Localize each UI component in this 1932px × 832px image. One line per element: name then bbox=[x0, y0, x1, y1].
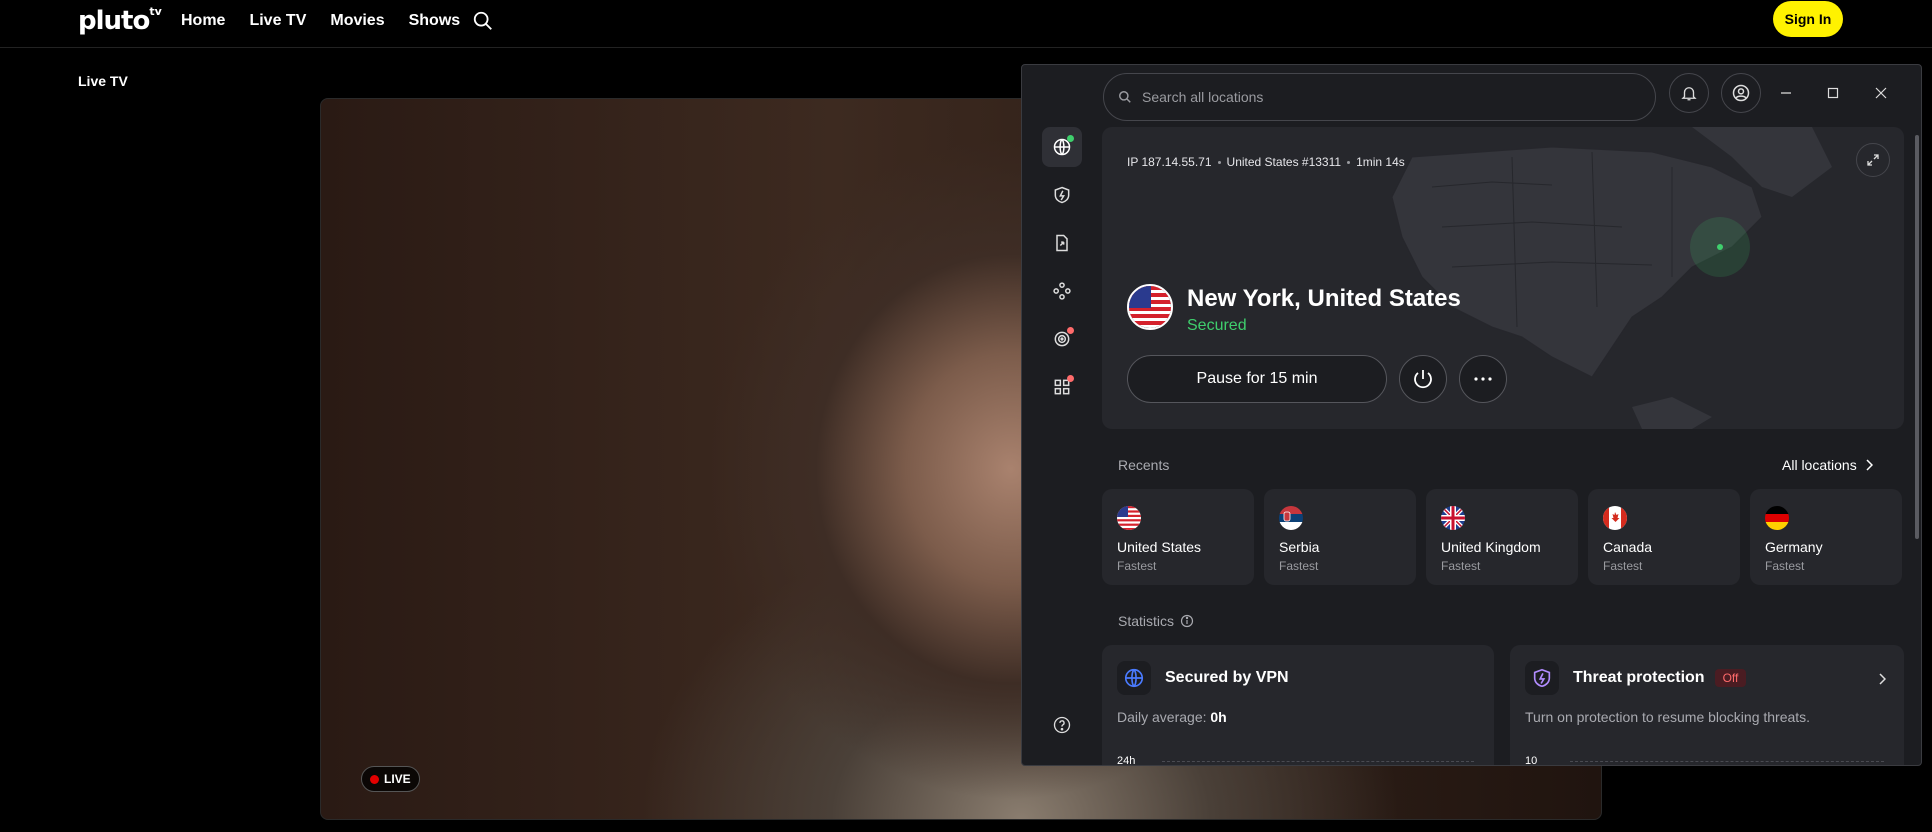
us-flag-icon bbox=[1127, 284, 1173, 330]
gb-flag-icon bbox=[1441, 506, 1465, 530]
sign-in-button[interactable]: Sign In bbox=[1773, 1, 1843, 37]
de-flag-icon bbox=[1765, 506, 1789, 530]
status-badge: Off bbox=[1714, 669, 1747, 687]
nav-links: Home Live TV Movies Shows bbox=[181, 12, 460, 30]
page-title: Live TV bbox=[78, 73, 128, 89]
notifications-bell-icon[interactable] bbox=[1669, 73, 1709, 113]
search-icon[interactable] bbox=[472, 10, 494, 32]
all-locations-link[interactable]: All locations bbox=[1782, 457, 1873, 473]
card-country: United Kingdom bbox=[1441, 539, 1541, 555]
meshnet-icon[interactable] bbox=[1042, 271, 1082, 311]
search-icon bbox=[1119, 91, 1131, 103]
minimize-icon[interactable] bbox=[1778, 85, 1794, 101]
file-share-icon[interactable] bbox=[1042, 223, 1082, 263]
live-dot-icon bbox=[370, 774, 379, 784]
chevron-right-icon bbox=[1866, 459, 1873, 471]
card-country: Serbia bbox=[1279, 539, 1320, 555]
connection-details: IP 187.14.55.71 United States #13311 1mi… bbox=[1127, 155, 1405, 169]
card-subtitle: Fastest bbox=[1279, 559, 1319, 573]
pluto-logo[interactable]: plutotv bbox=[78, 5, 162, 36]
chevron-right-icon[interactable] bbox=[1878, 673, 1886, 685]
globe-icon[interactable] bbox=[1042, 127, 1082, 167]
more-options-icon[interactable] bbox=[1459, 355, 1507, 403]
recent-card[interactable]: Canada Fastest bbox=[1588, 489, 1740, 585]
ip-address: IP 187.14.55.71 bbox=[1127, 155, 1212, 169]
expand-map-icon[interactable] bbox=[1856, 143, 1890, 177]
globe-icon bbox=[1117, 661, 1151, 695]
vpn-sidebar bbox=[1022, 65, 1102, 765]
stat-desc: Turn on protection to resume blocking th… bbox=[1525, 709, 1811, 725]
statistics-label: Statistics bbox=[1118, 613, 1194, 629]
connection-status: Secured bbox=[1187, 317, 1247, 334]
ca-flag-icon bbox=[1603, 506, 1627, 530]
account-icon[interactable] bbox=[1721, 73, 1761, 113]
recent-card[interactable]: United States Fastest bbox=[1102, 489, 1254, 585]
connection-duration: 1min 14s bbox=[1356, 155, 1405, 169]
card-subtitle: Fastest bbox=[1765, 559, 1805, 573]
location-search-box[interactable] bbox=[1103, 73, 1656, 121]
stat-title: Threat protection Off bbox=[1573, 669, 1747, 687]
apps-grid-icon[interactable] bbox=[1042, 367, 1082, 407]
nav-shows[interactable]: Shows bbox=[409, 12, 461, 30]
vpn-window: IP 187.14.55.71 United States #13311 1mi… bbox=[1021, 64, 1922, 766]
nav-movies[interactable]: Movies bbox=[330, 12, 384, 30]
threat-shield-icon bbox=[1525, 661, 1559, 695]
search-input[interactable] bbox=[1142, 89, 1622, 105]
server-name: United States #13311 bbox=[1226, 155, 1342, 169]
card-subtitle: Fastest bbox=[1117, 559, 1157, 573]
live-label: LIVE bbox=[384, 772, 411, 786]
power-icon[interactable] bbox=[1399, 355, 1447, 403]
maximize-icon[interactable] bbox=[1825, 85, 1841, 101]
scrollbar[interactable] bbox=[1915, 135, 1919, 539]
threat-protection-card[interactable]: Threat protection Off Turn on protection … bbox=[1510, 645, 1904, 766]
top-nav: plutotv Home Live TV Movies Shows Sign I… bbox=[0, 0, 1932, 48]
stat-desc: Daily average: 0h bbox=[1117, 709, 1227, 725]
stat-title: Secured by VPN bbox=[1165, 669, 1289, 686]
rs-flag-icon bbox=[1279, 506, 1303, 530]
stat-axis-label: 10 bbox=[1525, 755, 1538, 766]
nav-live-tv[interactable]: Live TV bbox=[249, 12, 306, 30]
stat-axis-label: 24h bbox=[1117, 755, 1136, 766]
nav-home[interactable]: Home bbox=[181, 12, 225, 30]
recent-locations: United States Fastest Serbia Fastest Uni… bbox=[1102, 489, 1902, 585]
recent-card[interactable]: United Kingdom Fastest bbox=[1426, 489, 1578, 585]
pause-button[interactable]: Pause for 15 min bbox=[1127, 355, 1387, 403]
card-subtitle: Fastest bbox=[1441, 559, 1481, 573]
info-icon[interactable] bbox=[1180, 614, 1194, 628]
connection-panel: IP 187.14.55.71 United States #13311 1mi… bbox=[1102, 127, 1904, 429]
help-icon[interactable] bbox=[1042, 705, 1082, 745]
recents-label: Recents bbox=[1118, 457, 1170, 473]
chart-gridline bbox=[1162, 761, 1474, 762]
threat-shield-icon[interactable] bbox=[1042, 175, 1082, 215]
recent-card[interactable]: Germany Fastest bbox=[1750, 489, 1902, 585]
chart-gridline bbox=[1570, 761, 1884, 762]
dark-web-monitor-icon[interactable] bbox=[1042, 319, 1082, 359]
connected-location: New York, United States bbox=[1187, 285, 1461, 312]
screen: plutotv Home Live TV Movies Shows Sign I… bbox=[0, 0, 1932, 832]
card-country: Germany bbox=[1765, 539, 1823, 555]
vpn-stats-card[interactable]: Secured by VPN Daily average: 0h 24h bbox=[1102, 645, 1494, 766]
close-icon[interactable] bbox=[1873, 85, 1889, 101]
card-subtitle: Fastest bbox=[1603, 559, 1643, 573]
card-country: Canada bbox=[1603, 539, 1653, 555]
us-flag-icon bbox=[1117, 506, 1141, 530]
recent-card[interactable]: Serbia Fastest bbox=[1264, 489, 1416, 585]
live-badge: LIVE bbox=[361, 766, 420, 792]
card-country: United States bbox=[1117, 539, 1202, 555]
